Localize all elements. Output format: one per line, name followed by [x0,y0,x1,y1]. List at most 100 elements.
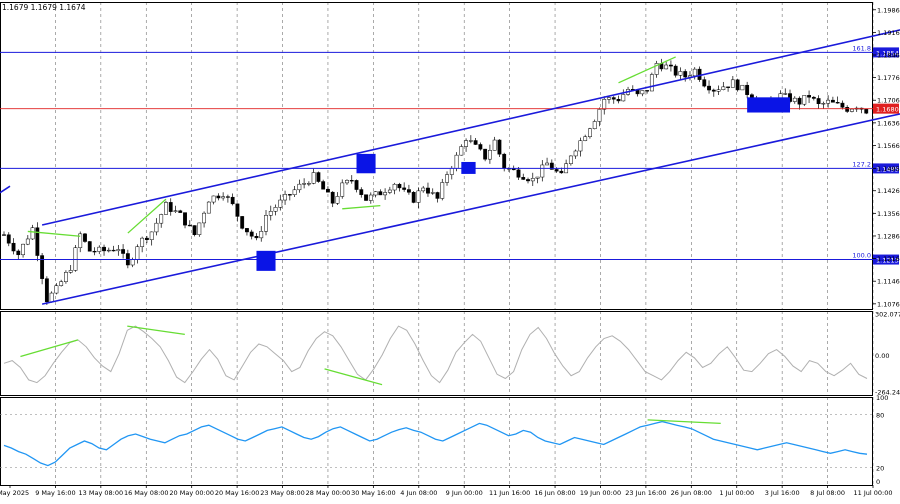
y-tick-label: 1.1286 [877,232,900,240]
candle-body [588,128,592,137]
candle-body [826,99,831,104]
candle-body [83,233,87,242]
candle-body [321,181,326,190]
candle-body [240,216,245,229]
candle-body [830,99,835,103]
x-tick-label: 16 May 08:00 [124,489,169,497]
candle-body [426,187,430,194]
candle-body [25,238,30,245]
candle-body [259,231,264,239]
candle-body [49,292,54,303]
candle-body [326,188,330,193]
candle-body [702,79,707,87]
candle-body [97,246,102,252]
candle-body [54,285,59,294]
candle-body [621,94,626,102]
candle-body [44,278,49,303]
candle-body [168,202,173,212]
candle-body [306,183,311,185]
cci-line [3,325,868,384]
y-tick-label: 1.1986 [877,6,900,14]
candle-body [16,250,21,256]
candle-body [254,235,259,239]
candle-body [850,108,854,112]
candle-body [497,139,502,155]
candle-body [64,272,68,282]
divergence-line [342,204,381,210]
candle-body [345,180,349,184]
candle-body [411,192,416,203]
candle-body [2,234,6,236]
candle-body [468,140,473,142]
candle-body [211,195,216,203]
candle-body [421,187,426,192]
candle-body [183,212,187,226]
candle-body [807,95,811,98]
candle-body [802,95,807,105]
candle-body [149,231,154,240]
candle-body [368,194,373,201]
x-tick-label: 8 Jul 08:00 [810,489,845,497]
candle-body [568,155,573,164]
candle-body [154,222,159,233]
candle-body [159,214,164,224]
candle-body [140,237,145,247]
candle-body [87,241,92,252]
candle-body [364,194,368,201]
candle-body [678,71,683,76]
candle-body [206,201,211,214]
candle-body [673,65,678,76]
candle-body [278,199,283,208]
candle-body [311,172,316,184]
cci-divergence-line [20,339,79,358]
candle-body [526,179,530,182]
candle-body [492,139,497,151]
candle-body [459,146,464,156]
y-tick-label: 1.1356 [877,210,900,218]
candle-body [683,71,688,78]
candle-body [11,242,16,252]
candle-body [540,164,545,178]
candle-body [187,224,192,227]
x-tick-label: 28 May 00:00 [306,489,351,497]
fib-level-label: 161.8 [852,44,871,52]
candle-body [611,97,616,100]
candle-body [554,169,559,172]
candle-body [811,96,816,99]
candle-body [416,190,421,203]
candle-body [454,154,459,169]
candle-body [721,86,726,90]
candle-body [730,79,735,88]
candle-body [664,64,669,70]
candle-body [535,176,540,179]
candle-body [111,249,116,252]
x-tick-label: 19 Jun 00:00 [580,489,621,497]
chart-window: 161.8 127.2 100.0 1.1854 1.1495 1.1213 1.1680… [0,0,900,500]
candle-body [669,64,673,67]
candle-body [359,189,364,195]
candle-body [287,194,292,196]
candle-body [268,211,273,216]
fib-level-label: 100.0 [852,252,871,260]
cci-tick-label: 0.00 [875,352,889,360]
y-tick-label: 1.1216 [877,255,900,263]
candle-body [387,189,392,193]
candle-body [845,107,850,112]
candle-body [583,136,588,141]
y-tick-label: 1.1426 [877,187,900,195]
candle-body [216,195,221,199]
candle-body [635,89,640,95]
candle-body [330,191,335,204]
y-tick-label: 1.1146 [877,278,900,286]
candle-body [840,102,845,108]
candle-body [640,90,645,95]
x-tick-label: 13 May 08:00 [79,489,124,497]
candle-body [716,89,721,92]
candle-body [264,215,268,232]
candle-body [106,249,111,252]
candle-body [378,191,383,196]
candle-body [487,150,492,160]
rsi-tick-label: 0 [876,478,880,486]
cci-divergence-line [127,325,185,336]
y-tick-label: 1.1706 [877,97,900,105]
